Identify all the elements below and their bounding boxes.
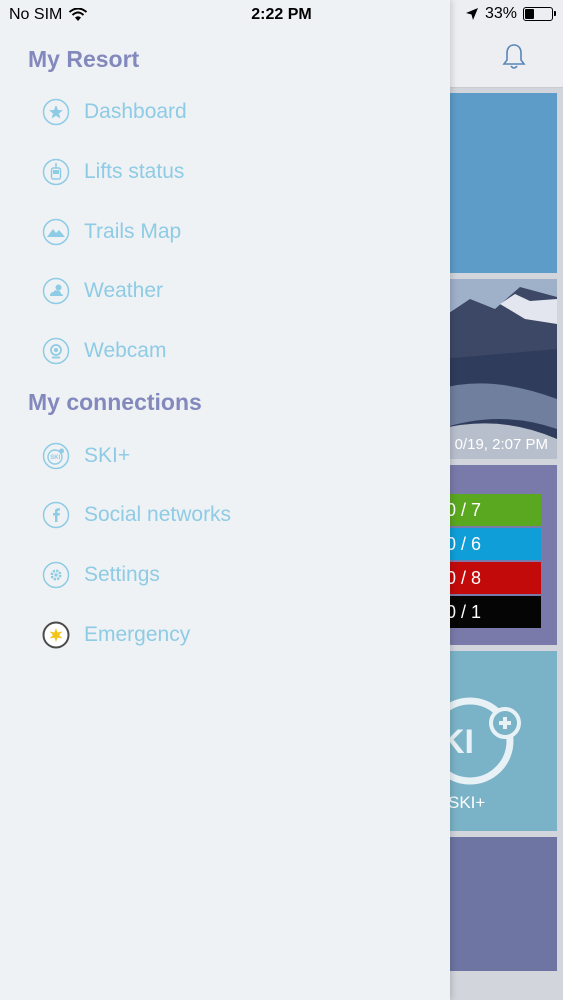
trail-count-red: 0 / 8: [440, 562, 541, 594]
menu-label: Webcam: [84, 339, 167, 362]
section-title-my-connections: My connections: [28, 389, 202, 415]
menu-label: Trails Map: [84, 220, 182, 243]
menu-label: Weather: [84, 279, 163, 302]
webcam-timestamp: 0/19, 2:07 PM: [454, 436, 548, 453]
mountain-icon: [42, 218, 70, 246]
menu-item-trails-map[interactable]: Trails Map: [42, 212, 402, 252]
menu-item-lifts-status[interactable]: Lifts status: [42, 152, 402, 192]
menu-item-emergency[interactable]: Emergency: [42, 615, 402, 655]
gear-icon: [42, 561, 70, 589]
menu-item-settings[interactable]: Settings: [42, 555, 402, 595]
ski-plus-logo-icon: KI: [440, 697, 521, 785]
section-title-my-resort: My Resort: [28, 46, 140, 72]
gondola-icon: [42, 158, 70, 186]
navigation-drawer: My Resort Dashboard Lifts status Trails …: [0, 0, 450, 1000]
webcam-image: [440, 279, 557, 459]
menu-label: Social networks: [84, 503, 232, 526]
menu-item-dashboard[interactable]: Dashboard: [42, 92, 402, 132]
menu-item-weather[interactable]: Weather: [42, 271, 402, 311]
menu-label: Emergency: [84, 623, 191, 646]
bottom-tile[interactable]: [440, 837, 557, 971]
trail-count-black: 0 / 1: [440, 596, 541, 628]
ski-plus-tile-label: SKI+: [448, 793, 486, 812]
dashboard-tile[interactable]: [440, 93, 557, 273]
ski-plus-tile[interactable]: KI SKI+: [440, 651, 557, 831]
ski-plus-icon: SKI: [42, 442, 70, 470]
svg-text:SKI: SKI: [50, 455, 60, 461]
status-bar: No SIM 2:22 PM 33%: [0, 0, 563, 30]
webcam-tile[interactable]: 0/19, 2:07 PM: [440, 279, 557, 459]
facebook-icon: [42, 501, 70, 529]
menu-label: Settings: [84, 563, 160, 586]
emergency-icon: [42, 621, 70, 649]
location-arrow-icon: [465, 8, 478, 20]
trail-count-blue: 0 / 6: [440, 528, 541, 560]
webcam-icon: [42, 337, 70, 365]
menu-label: Lifts status: [84, 160, 185, 183]
bell-icon[interactable]: [500, 42, 528, 72]
battery-icon: [523, 7, 556, 21]
menu-label: SKI+: [84, 444, 131, 467]
weather-icon: [42, 277, 70, 305]
menu-item-ski-plus[interactable]: SKI SKI+: [42, 436, 402, 476]
trail-count-green: 0 / 7: [440, 494, 541, 526]
menu-label: Dashboard: [84, 100, 187, 123]
menu-item-social-networks[interactable]: Social networks: [42, 495, 402, 535]
battery-percent: 33%: [484, 5, 517, 22]
trails-tile[interactable]: 0 / 7 0 / 6 0 / 8 0 / 1: [440, 465, 557, 645]
star-icon: [42, 98, 70, 126]
menu-item-webcam[interactable]: Webcam: [42, 331, 402, 371]
